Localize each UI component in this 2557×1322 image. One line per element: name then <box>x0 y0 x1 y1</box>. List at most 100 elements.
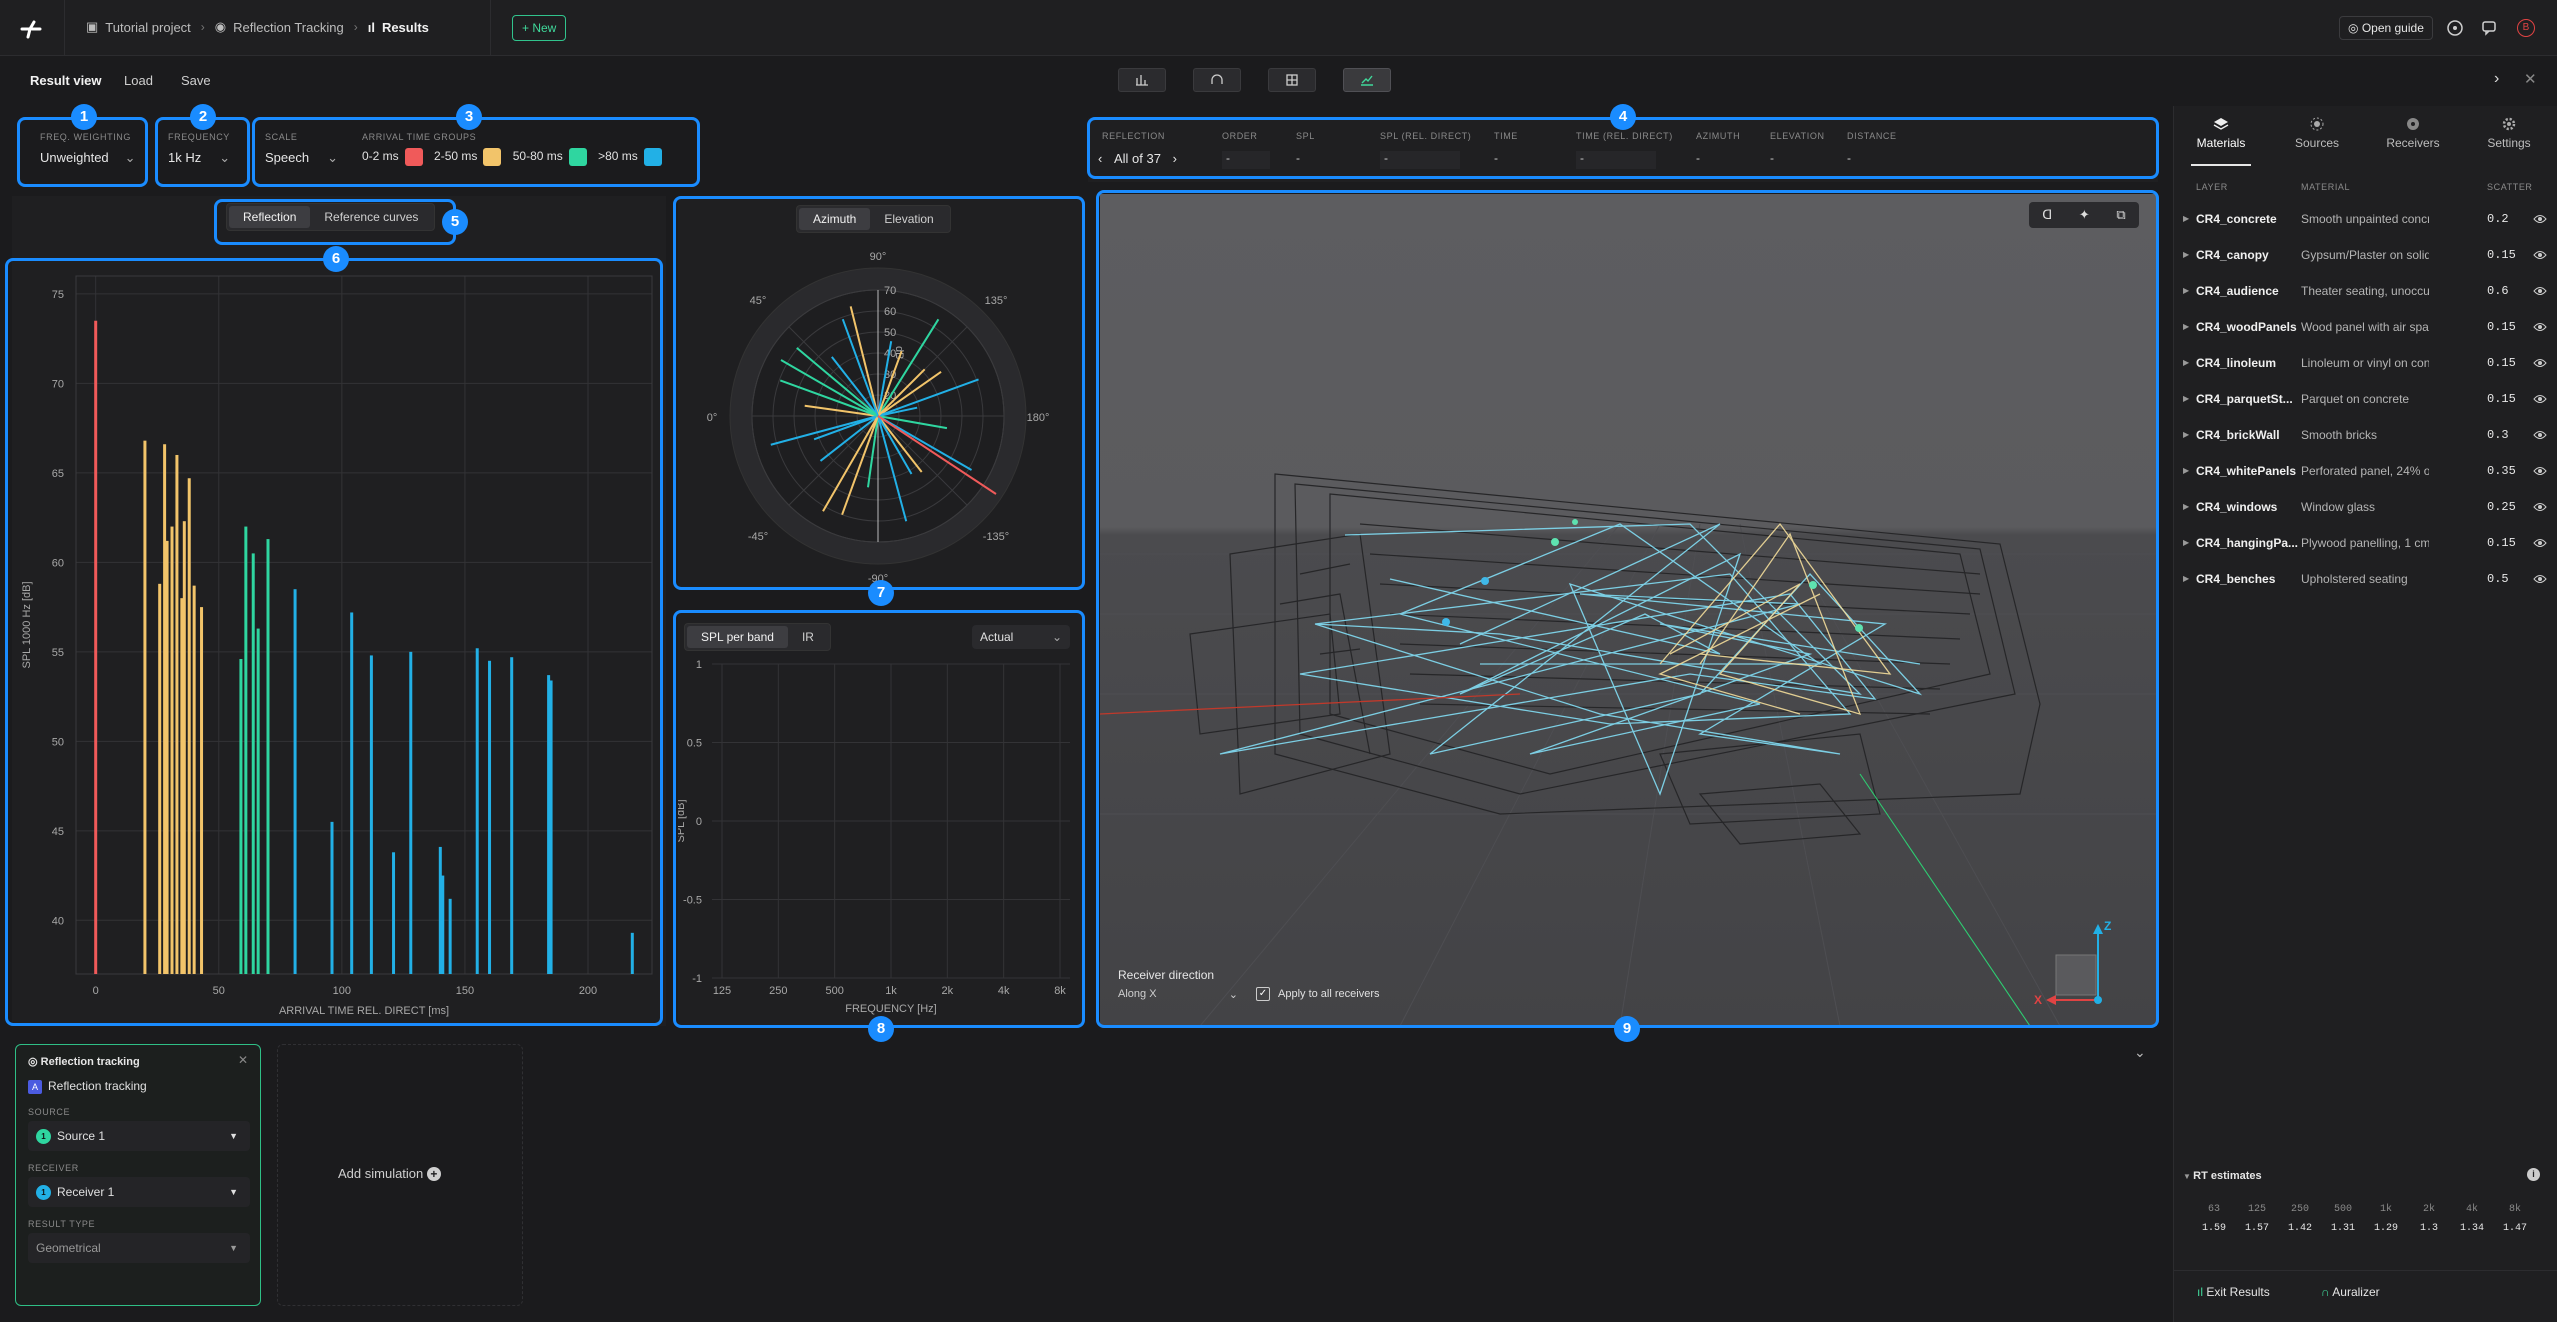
open-guide-button[interactable]: ◎ Open guide <box>2339 16 2433 40</box>
caret-right-icon[interactable]: ▶ <box>2183 394 2189 403</box>
breadcrumb-model[interactable]: ◉ Reflection Tracking <box>215 19 344 35</box>
material-row[interactable]: ▶ CR4_brickWall Smooth bricks 0.3 <box>2173 420 2557 456</box>
caret-right-icon[interactable]: ▶ <box>2183 214 2189 223</box>
material-row[interactable]: ▶ CR4_benches Upholstered seating 0.5 <box>2173 564 2557 600</box>
auralizer-button[interactable]: ∩ Auralizer <box>2321 1285 2380 1299</box>
headphones-icon <box>1211 74 1223 84</box>
tab-receivers[interactable]: Receivers <box>2365 116 2461 150</box>
material-name[interactable]: Theater seating, unoccupied <box>2301 284 2429 298</box>
source-select[interactable]: 1 Source 1 ▼ <box>28 1121 250 1151</box>
scatter-value[interactable]: 0.3 <box>2487 428 2509 442</box>
caret-right-icon[interactable]: ▶ <box>2183 538 2189 547</box>
receiver-select[interactable]: 1 Receiver 1 ▼ <box>28 1177 250 1207</box>
material-row[interactable]: ▶ CR4_audience Theater seating, unoccupied… <box>2173 276 2557 312</box>
caret-right-icon[interactable]: ▶ <box>2183 250 2189 259</box>
caret-right-icon[interactable]: ▶ <box>2183 322 2189 331</box>
scatter-value[interactable]: 0.15 <box>2487 392 2516 406</box>
scatter-value[interactable]: 0.25 <box>2487 500 2516 514</box>
annotation-badge: 2 <box>190 104 216 130</box>
close-card-icon[interactable]: ✕ <box>238 1053 248 1067</box>
caret-right-icon[interactable]: ▶ <box>2183 358 2189 367</box>
material-row[interactable]: ▶ CR4_windows Window glass 0.25 <box>2173 492 2557 528</box>
material-row[interactable]: ▶ CR4_hangingPa... Plywood panelling, 1 cm… <box>2173 528 2557 564</box>
add-simulation-card[interactable]: Add simulation + <box>277 1044 523 1306</box>
mode-reflection-button[interactable] <box>1343 68 1391 92</box>
layer-name: CR4_hangingPa... <box>2196 536 2298 550</box>
receiver-dot-icon: 1 <box>36 1185 51 1201</box>
material-name[interactable]: Smooth unpainted concrete <box>2301 212 2429 226</box>
material-name[interactable]: Plywood panelling, 1 cm thick <box>2301 536 2429 550</box>
eye-icon[interactable] <box>2533 574 2547 584</box>
load-button[interactable]: Load <box>124 73 153 88</box>
tab-settings[interactable]: Settings <box>2461 116 2557 150</box>
result-type-select[interactable]: Geometrical ▼ <box>28 1233 250 1263</box>
chevron-right-icon: › <box>353 20 358 34</box>
material-name[interactable]: Parquet on concrete <box>2301 392 2429 406</box>
eye-icon[interactable] <box>2533 322 2547 332</box>
eye-icon[interactable] <box>2533 466 2547 476</box>
material-row[interactable]: ▶ CR4_whitePanels Perforated panel, 24% op… <box>2173 456 2557 492</box>
layer-name: CR4_windows <box>2196 500 2278 514</box>
material-name[interactable]: Perforated panel, 24% open, <box>2301 464 2429 478</box>
scatter-value[interactable]: 0.15 <box>2487 356 2516 370</box>
exit-results-button[interactable]: ıl Exit Results <box>2197 1285 2270 1299</box>
scatter-value[interactable]: 0.35 <box>2487 464 2516 478</box>
col-header: MATERIAL <box>2301 182 2351 192</box>
material-name[interactable]: Smooth bricks <box>2301 428 2429 442</box>
collapse-panel-icon[interactable]: › <box>2494 70 2499 88</box>
material-name[interactable]: Gypsum/Plaster on solid backing <box>2301 248 2429 262</box>
app-logo-icon[interactable] <box>18 16 44 42</box>
eye-icon[interactable] <box>2533 286 2547 296</box>
avatar[interactable]: B <box>2517 19 2535 37</box>
material-row[interactable]: ▶ CR4_linoleum Linoleum or vinyl on concre… <box>2173 348 2557 384</box>
mode-grid-button[interactable] <box>1268 68 1316 92</box>
mode-parameters-button[interactable] <box>1118 68 1166 92</box>
eye-icon[interactable] <box>2533 250 2547 260</box>
divider <box>490 0 491 56</box>
breadcrumb-project[interactable]: ▣ Tutorial project <box>86 19 191 35</box>
rt-cell: 1k 1.29 <box>2367 1204 2405 1234</box>
breadcrumb-results[interactable]: ıl Results <box>368 20 429 35</box>
close-icon[interactable]: ✕ <box>2524 70 2537 88</box>
eye-icon[interactable] <box>2533 430 2547 440</box>
chat-icon[interactable] <box>2481 19 2499 37</box>
caret-right-icon[interactable]: ▶ <box>2183 430 2189 439</box>
tab-sources[interactable]: Sources <box>2269 116 2365 150</box>
eye-icon[interactable] <box>2533 394 2547 404</box>
material-name[interactable]: Upholstered seating <box>2301 572 2429 586</box>
scatter-value[interactable]: 0.15 <box>2487 536 2516 550</box>
material-name[interactable]: Window glass <box>2301 500 2429 514</box>
caret-right-icon[interactable]: ▶ <box>2183 574 2189 583</box>
eye-icon[interactable] <box>2533 214 2547 224</box>
material-row[interactable]: ▶ CR4_concrete Smooth unpainted concrete 0.… <box>2173 204 2557 240</box>
scatter-value[interactable]: 0.5 <box>2487 572 2509 586</box>
expand-chevron-down-icon[interactable]: ⌄ <box>2134 1044 2146 1061</box>
material-row[interactable]: ▶ CR4_canopy Gypsum/Plaster on solid backi… <box>2173 240 2557 276</box>
material-name[interactable]: Wood panel with air space behind <box>2301 320 2429 334</box>
scatter-value[interactable]: 0.15 <box>2487 248 2516 262</box>
source-icon <box>2310 117 2324 131</box>
eye-icon[interactable] <box>2533 538 2547 548</box>
scatter-value[interactable]: 0.6 <box>2487 284 2509 298</box>
simulation-card[interactable]: ◎ Reflection tracking ✕ A Reflection trac… <box>15 1044 261 1306</box>
material-name[interactable]: Linoleum or vinyl on concrete <box>2301 356 2429 370</box>
info-icon[interactable]: i <box>2527 1168 2540 1181</box>
eye-icon[interactable] <box>2533 502 2547 512</box>
scatter-value[interactable]: 0.15 <box>2487 320 2516 334</box>
mode-auralizer-button[interactable] <box>1193 68 1241 92</box>
caret-right-icon[interactable]: ▶ <box>2183 502 2189 511</box>
caret-right-icon[interactable]: ▶ <box>2183 466 2189 475</box>
rocket-icon[interactable] <box>2446 19 2464 37</box>
caret-down-icon[interactable]: ▼ <box>2183 1172 2193 1181</box>
scatter-value[interactable]: 0.2 <box>2487 212 2509 226</box>
caret-right-icon[interactable]: ▶ <box>2183 286 2189 295</box>
material-row[interactable]: ▶ CR4_woodPanels Wood panel with air space… <box>2173 312 2557 348</box>
save-button[interactable]: Save <box>181 73 211 88</box>
tab-materials[interactable]: Materials <box>2173 116 2269 150</box>
caret-down-icon: ▼ <box>229 1243 238 1253</box>
eye-icon[interactable] <box>2533 358 2547 368</box>
highlight-9 <box>1096 190 2159 1028</box>
new-button[interactable]: + New <box>512 15 567 41</box>
tab-label: Materials <box>2196 136 2246 150</box>
material-row[interactable]: ▶ CR4_parquetSt... Parquet on concrete 0.15 <box>2173 384 2557 420</box>
